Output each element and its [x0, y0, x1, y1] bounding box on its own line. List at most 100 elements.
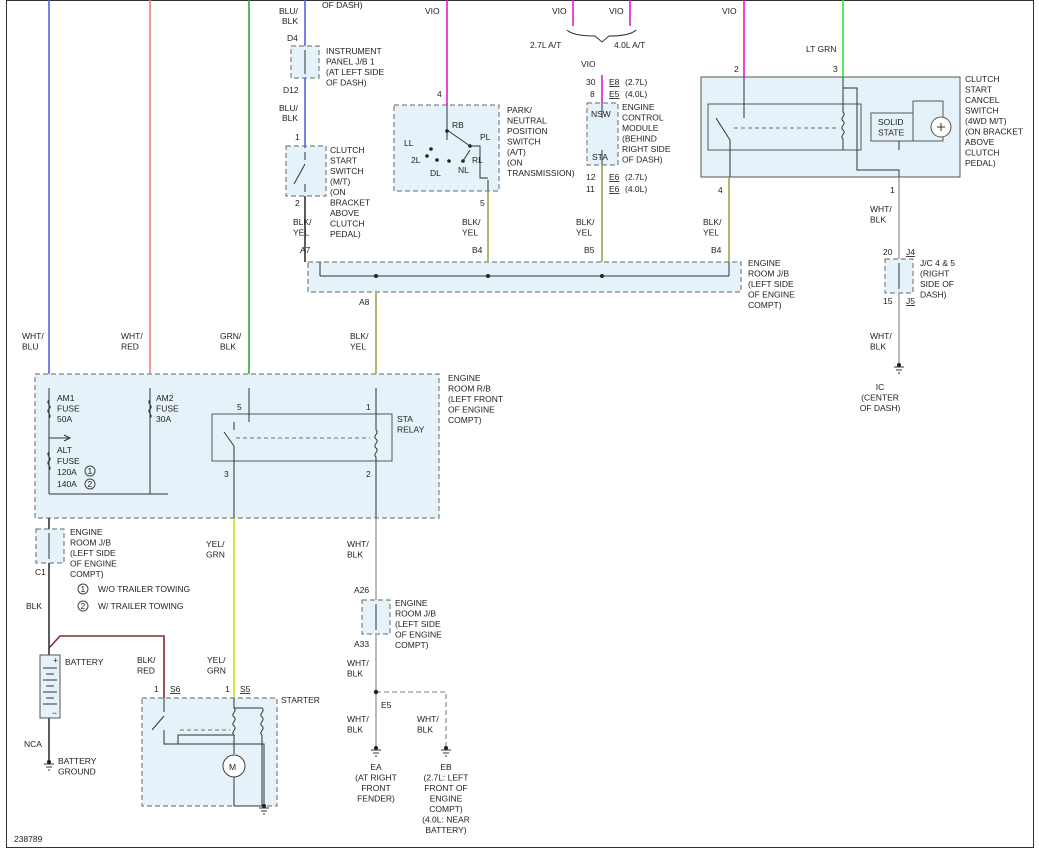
engine-room-jb-c1-label-line: ROOM J/B	[70, 538, 111, 548]
jc-label-line: DASH)	[920, 290, 947, 300]
clutch-start-switch-label-line: BRACKET	[330, 198, 370, 208]
blk-red-label: BLK/RED	[137, 655, 156, 676]
engine-room-jb-a26-label-line: ROOM J/B	[395, 609, 436, 619]
wht-blk-ea-label: WHT/BLK	[347, 714, 369, 735]
ccs-label-line: CLUTCH	[965, 148, 999, 158]
circle-2-a: 2	[88, 479, 93, 489]
jb-node-a8	[374, 274, 378, 278]
am2-fuse-label-line: FUSE	[156, 404, 179, 414]
engine-room-rb-label-line: ROOM R/B	[448, 384, 491, 394]
ccs-label-line: (4WD M/T)	[965, 116, 1007, 126]
ecm-40a: (4.0L)	[625, 89, 647, 99]
pn-switch-label-line: (A/T)	[507, 147, 526, 157]
blk-yel-b4r-label: BLK/YEL	[703, 217, 722, 238]
wht-blk-e5-label-line: BLK	[347, 669, 363, 679]
ecm-label-line: RIGHT SIDE	[622, 144, 671, 154]
pn-ll: LL	[404, 138, 414, 148]
e5-label: E5	[381, 700, 392, 710]
ecm-27a: (2.7L)	[625, 77, 647, 87]
circle-2-b: 2	[81, 601, 86, 611]
grn-blk-label-line: GRN/	[220, 331, 242, 341]
clutch-pin-2: 2	[295, 198, 300, 208]
wht-blu-label: WHT/BLU	[22, 331, 44, 352]
engine-room-jb-c1-label-line: COMPT)	[70, 569, 104, 579]
relay-pin-2: 2	[366, 469, 371, 479]
at-27-label: 2.7L A/T	[530, 40, 561, 50]
eb-label-line: BATTERY)	[425, 825, 466, 835]
grn-blk-label: GRN/BLK	[220, 331, 242, 352]
motor-label: M	[229, 762, 236, 772]
ea-label-line: FRONT	[361, 783, 390, 793]
engine-room-jb-a26-label-line: COMPT)	[395, 640, 429, 650]
s5-pin: 1	[225, 684, 230, 694]
pn-switch-label-line: SWITCH	[507, 137, 541, 147]
blk-yel-b5-label-line: YEL	[576, 228, 592, 238]
wht-red-label-line: WHT/	[121, 331, 143, 341]
s6-label: S6	[170, 684, 181, 694]
ccs-label: CLUTCHSTARTCANCELSWITCH(4WD M/T)(ON BRAC…	[965, 74, 1023, 168]
blk-yel-a8-label-line: BLK/	[350, 331, 369, 341]
pn-dl: DL	[430, 168, 441, 178]
engine-room-jb-c1-label-line: ENGINE	[70, 527, 103, 537]
yel-grn-label-2: YEL/GRN	[207, 655, 226, 676]
engine-room-jb-a26-label-line: (LEFT SIDE	[395, 619, 441, 629]
alt-fuse-140: 140A	[57, 479, 77, 489]
ecm-e5: E5	[609, 89, 620, 99]
blk-yel-b4-label-line: BLK/	[462, 217, 481, 227]
eb-label-line: (4.0L: NEAR	[422, 815, 470, 825]
pn-switch-label-line: PARK/	[507, 105, 533, 115]
engine-room-jb-top-label-line: OF ENGINE	[748, 290, 795, 300]
blk-red-label-line: BLK/	[137, 655, 156, 665]
eb-label: EB(2.7L: LEFTFRONT OFENGINECOMPT)(4.0L: …	[422, 762, 470, 835]
ecm-e6b: E6	[609, 184, 620, 194]
pin-a33: A33	[354, 639, 369, 649]
engine-room-jb-a26-label-line: OF ENGINE	[395, 630, 442, 640]
clutch-start-switch-label-line: PEDAL)	[330, 229, 361, 239]
relay-pin-5: 5	[237, 402, 242, 412]
blk-yel-a8-label-line: YEL	[350, 342, 366, 352]
relay-pin-1: 1	[366, 402, 371, 412]
diagram-id: 238789	[14, 834, 43, 844]
pin-a26: A26	[354, 585, 369, 595]
ltgrn-label: LT GRN	[806, 44, 836, 54]
blu-blk-label-2b: BLK	[282, 113, 298, 123]
engine-room-rb-label-line: OF ENGINE	[448, 405, 495, 415]
wiring-diagram: OF DASH) BLU/ BLK D4 D12 INSTRUMENTPANEL…	[6, 0, 1034, 848]
eb-label-line: COMPT)	[429, 804, 463, 814]
sta-relay-label-line: RELAY	[397, 425, 425, 435]
engine-room-jb-c1-label-line: (LEFT SIDE	[70, 548, 116, 558]
am1-fuse-label-line: 50A	[57, 414, 72, 424]
ccs-inner-box	[707, 103, 862, 151]
engine-room-jb-top-label-line: ENGINE	[748, 258, 781, 268]
jc-label: J/C 4 & 5(RIGHTSIDE OFDASH)	[920, 258, 955, 300]
pn-switch-label-line: NEUTRAL	[507, 116, 547, 126]
ecm-pin-30: 30	[586, 77, 596, 87]
clutch-start-switch-label-line: (ON	[330, 187, 346, 197]
battery-label: BATTERY	[65, 657, 104, 667]
pn-2l: 2L	[411, 155, 421, 165]
instrument-panel-label: INSTRUMENTPANEL J/B 1(AT LEFT SIDEOF DAS…	[326, 46, 384, 88]
vio-label-pn: VIO	[425, 6, 440, 16]
jc-pin-20: 20	[883, 247, 893, 257]
vio-27-label: VIO	[552, 6, 567, 16]
wht-blk-eb-label-line: WHT/	[417, 714, 439, 724]
wht-blk-ic-label-line: WHT/	[870, 331, 892, 341]
engine-room-jb-top-label-line: (LEFT SIDE	[748, 279, 794, 289]
relay-pin-3: 3	[224, 469, 229, 479]
nca-label: NCA	[24, 739, 42, 749]
pin-d4: D4	[287, 33, 298, 43]
yel-grn-label-2-line: GRN	[207, 666, 226, 676]
ic-label-line: OF DASH)	[860, 403, 901, 413]
ecm-27b: (2.7L)	[625, 172, 647, 182]
am1-fuse-label-line: FUSE	[57, 404, 80, 414]
sta-relay-label-line: STA	[397, 414, 413, 424]
engine-room-jb-top-label-line: COMPT)	[748, 300, 782, 310]
clutch-start-switch-label-line: ABOVE	[330, 208, 360, 218]
pin-a7: A7	[300, 245, 311, 255]
clutch-pin-1: 1	[295, 132, 300, 142]
blk-yel-b5-label: BLK/YEL	[576, 217, 595, 238]
blk-yel-b4r-label-line: YEL	[703, 228, 719, 238]
at-40-label: 4.0L A/T	[614, 40, 645, 50]
jc-j4: J4	[906, 247, 915, 257]
pn-pl: PL	[480, 132, 491, 142]
